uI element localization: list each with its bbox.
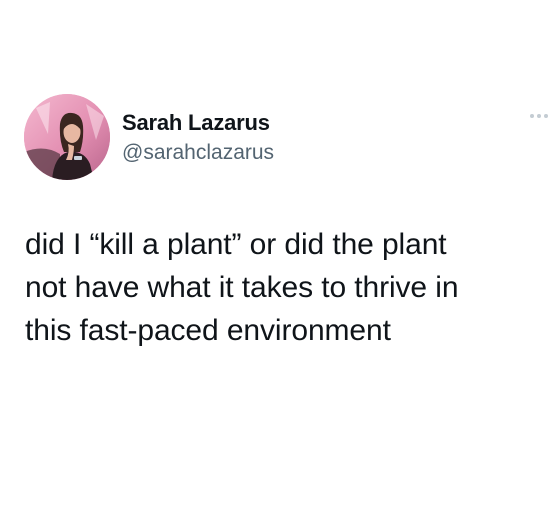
tweet-text: did I “kill a plant” or did the plant no… — [25, 223, 545, 352]
dot — [544, 114, 548, 118]
tweet-text-line: this fast-paced environment — [25, 314, 391, 347]
tweet-card: Sarah Lazarus @sarahclazarus did I “kill… — [0, 0, 552, 505]
avatar-photo-icon — [24, 94, 110, 180]
avatar[interactable] — [24, 94, 110, 180]
tweet-text-line: did I “kill a plant” or did the plant — [25, 228, 447, 261]
author-name[interactable]: Sarah Lazarus — [122, 110, 270, 136]
author-handle[interactable]: @sarahclazarus — [122, 141, 274, 165]
dot — [530, 114, 534, 118]
dot — [537, 114, 541, 118]
tweet-text-line: not have what it takes to thrive in — [25, 271, 459, 304]
more-options-icon[interactable] — [530, 114, 548, 120]
